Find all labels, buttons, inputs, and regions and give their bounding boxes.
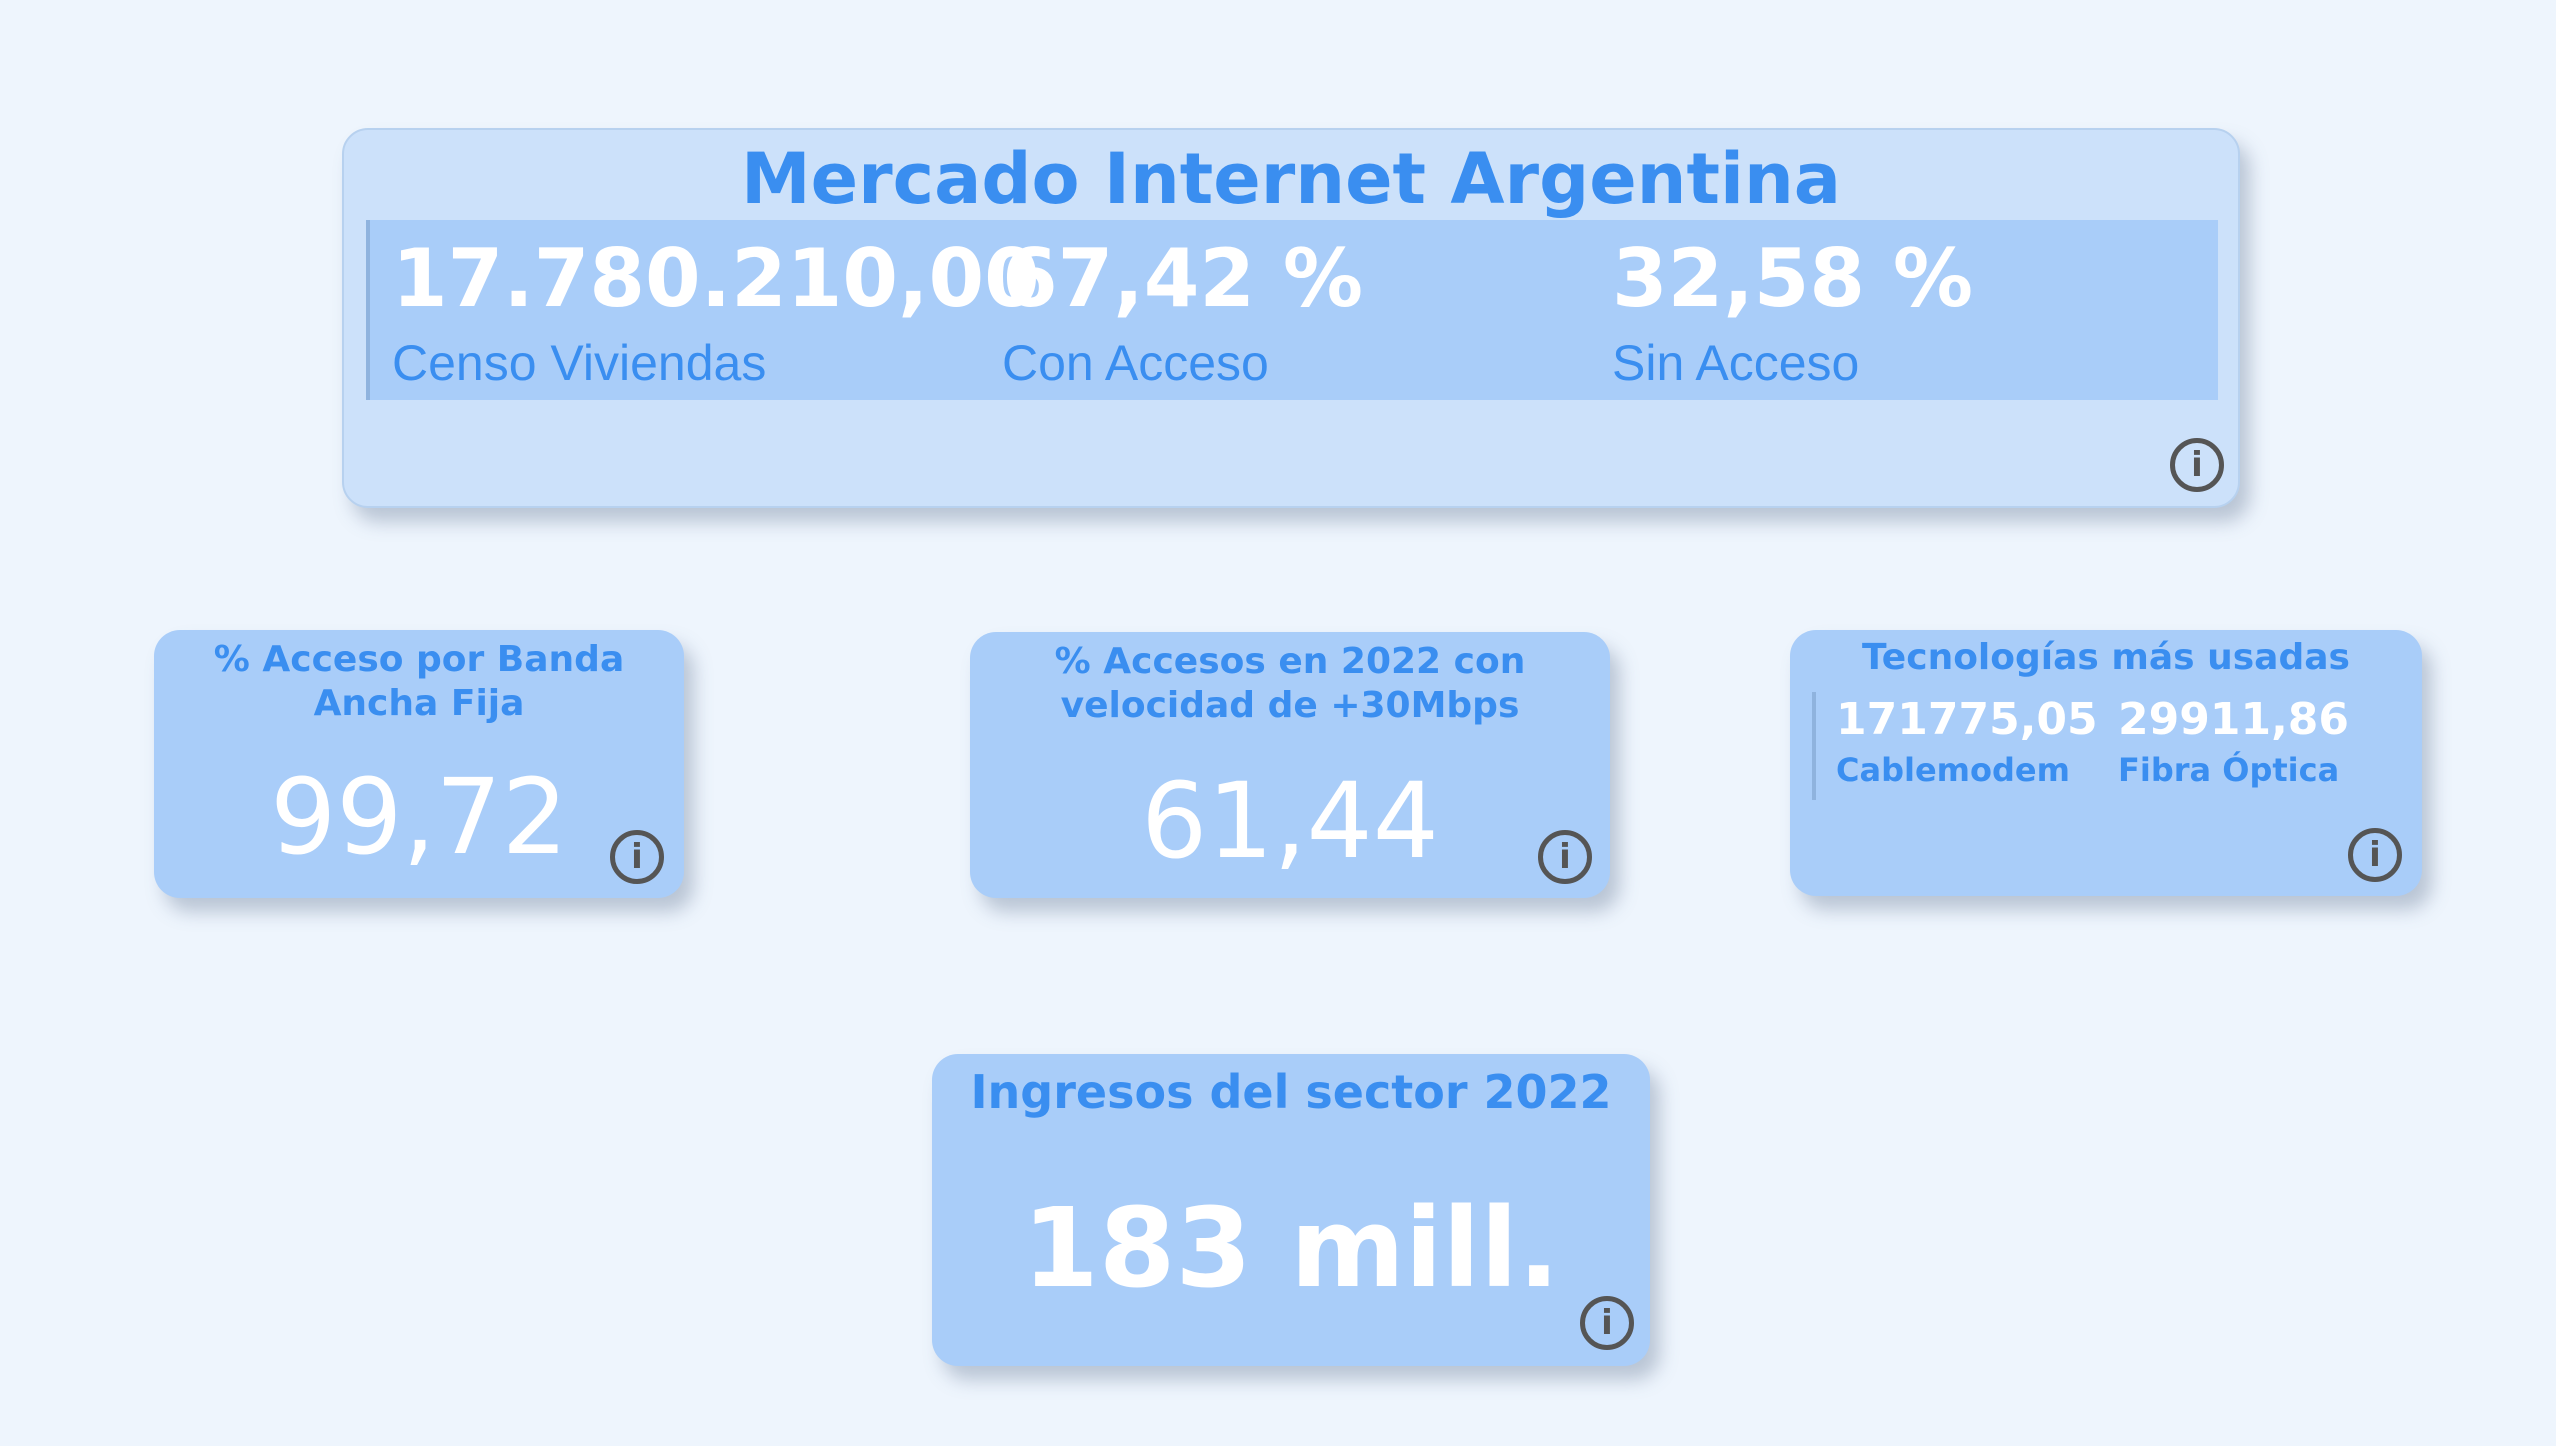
technologies-card: Tecnologías más usadas 171775,05 Cablemo…: [1790, 630, 2422, 896]
speed-access-value: 61,44: [1141, 760, 1439, 882]
kpi-label: Sin Acceso: [1612, 335, 1860, 391]
technologies-strip: 171775,05 Cablemodem 29911,86 Fibra Ópti…: [1812, 692, 2376, 800]
kpi-value: 17.780.210,00: [392, 232, 1040, 325]
card-title: % Accesos en 2022 con velocidad de +30Mb…: [1054, 641, 1526, 726]
card-title: Tecnologías más usadas: [1862, 637, 2350, 678]
info-icon[interactable]: i: [2170, 438, 2224, 492]
kpi-label: Censo Viviendas: [392, 335, 767, 391]
kpi-value: 32,58 %: [1612, 232, 1974, 325]
kpi-con-acceso: 67,42 % Con Acceso: [1002, 220, 1562, 400]
kpi-label: Con Acceso: [1002, 335, 1269, 391]
kpi-strip: 17.780.210,00 Censo Viviendas 67,42 % Co…: [366, 220, 2218, 400]
technology-item-fibra-optica: 29911,86 Fibra Óptica: [2118, 692, 2349, 792]
header-card: Mercado Internet Argentina 17.780.210,00…: [342, 128, 2240, 508]
dashboard-page: { "header": { "title": "Mercado Internet…: [0, 0, 2556, 1446]
technology-label: Fibra Óptica: [2118, 751, 2340, 789]
broadband-access-value: 99,72: [270, 756, 568, 878]
speed-access-card: % Accesos en 2022 con velocidad de +30Mb…: [970, 632, 1610, 898]
kpi-sin-acceso: 32,58 % Sin Acceso: [1612, 220, 2172, 400]
page-title: Mercado Internet Argentina: [740, 138, 1842, 220]
broadband-access-card: % Acceso por Banda Ancha Fija 99,72 i: [154, 630, 684, 898]
info-icon[interactable]: i: [1538, 830, 1592, 884]
card-title: % Acceso por Banda Ancha Fija: [213, 639, 625, 724]
technology-label: Cablemodem: [1836, 751, 2070, 789]
technology-item-cablemodem: 171775,05 Cablemodem: [1836, 692, 2098, 792]
revenue-card: Ingresos del sector 2022 183 mill. i: [932, 1054, 1650, 1366]
card-title: Ingresos del sector 2022: [970, 1065, 1612, 1119]
info-icon[interactable]: i: [610, 830, 664, 884]
revenue-value: 183 mill.: [1022, 1184, 1560, 1312]
info-icon[interactable]: i: [1580, 1296, 1634, 1350]
info-icon[interactable]: i: [2348, 828, 2402, 882]
kpi-value: 67,42 %: [1002, 232, 1364, 325]
technology-value: 171775,05: [1836, 694, 2098, 745]
kpi-censo-viviendas: 17.780.210,00 Censo Viviendas: [392, 220, 1040, 400]
technology-value: 29911,86: [2118, 694, 2350, 745]
